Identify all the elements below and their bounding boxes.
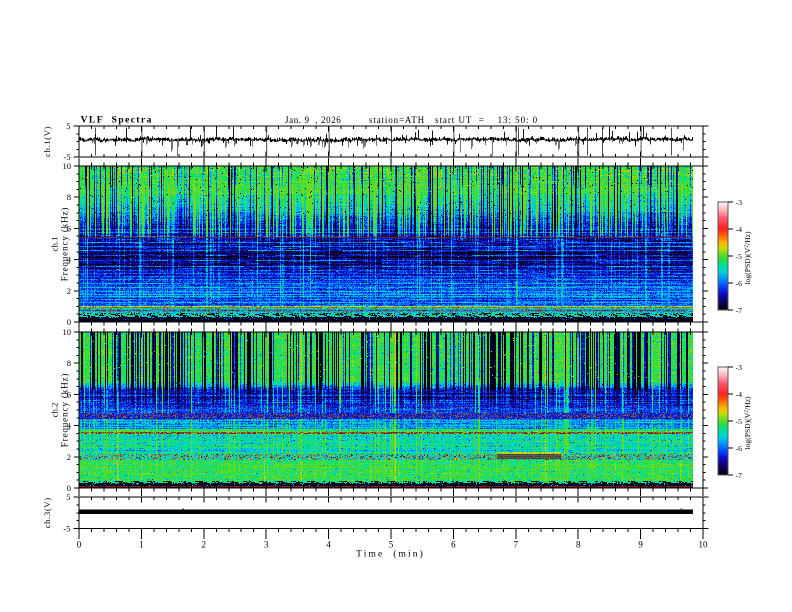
svg-text:6: 6 [67,389,71,399]
svg-text:-5: -5 [736,252,743,261]
svg-text:start UT = 13: 50: 0: start UT = 13: 50: 0 [435,115,538,125]
svg-text:ch.1Frequency (kHz): ch.1Frequency (kHz) [50,207,70,282]
svg-text:10: 10 [699,540,709,550]
svg-text:4: 4 [326,540,331,550]
svg-text:10: 10 [63,327,72,337]
svg-text:log(PSD)(V2/Hz): log(PSD)(V2/Hz) [743,396,752,449]
svg-text:5: 5 [66,121,70,131]
svg-text:2: 2 [202,540,207,550]
svg-text:8: 8 [67,358,71,368]
svg-text:station=ATH: station=ATH [369,115,425,125]
svg-text:9: 9 [638,540,643,550]
svg-text:-7: -7 [736,306,743,315]
svg-text:0: 0 [67,317,71,327]
svg-text:ch.2Frequency (kHz): ch.2Frequency (kHz) [50,373,70,448]
svg-text:2: 2 [67,452,71,462]
svg-text:1: 1 [139,540,144,550]
svg-text:-6: -6 [736,279,743,288]
svg-text:-4: -4 [736,390,743,399]
svg-text:4: 4 [67,255,72,265]
svg-text:8: 8 [67,192,71,202]
svg-text:ch.1(V): ch.1(V) [42,126,52,157]
svg-text:-3: -3 [736,363,743,372]
svg-text:4: 4 [67,421,72,431]
svg-text:7: 7 [514,540,519,550]
svg-text:0: 0 [77,540,82,550]
svg-text:5: 5 [389,540,394,550]
svg-text:log(PSD)(V2/Hz): log(PSD)(V2/Hz) [743,231,752,284]
svg-text:ch.3(V): ch.3(V) [42,497,52,528]
svg-text:5: 5 [66,492,70,502]
svg-text:6: 6 [451,540,456,550]
svg-text:-5: -5 [63,152,70,162]
svg-text:-5: -5 [736,417,743,426]
svg-text:-5: -5 [63,524,70,534]
svg-text:Jan. 9 , 2026: Jan. 9 , 2026 [285,115,341,125]
svg-text:-4: -4 [736,225,743,234]
svg-text:2: 2 [67,286,71,296]
svg-text:Time (min): Time (min) [356,549,425,560]
svg-text:-6: -6 [736,444,743,453]
svg-text:8: 8 [576,540,581,550]
svg-text:-3: -3 [736,198,743,207]
svg-text:VLF Spectra: VLF Spectra [81,115,153,126]
svg-text:6: 6 [67,223,71,233]
svg-text:3: 3 [264,540,269,550]
svg-text:-7: -7 [736,471,743,480]
svg-text:0: 0 [67,483,71,493]
svg-text:10: 10 [63,161,72,171]
